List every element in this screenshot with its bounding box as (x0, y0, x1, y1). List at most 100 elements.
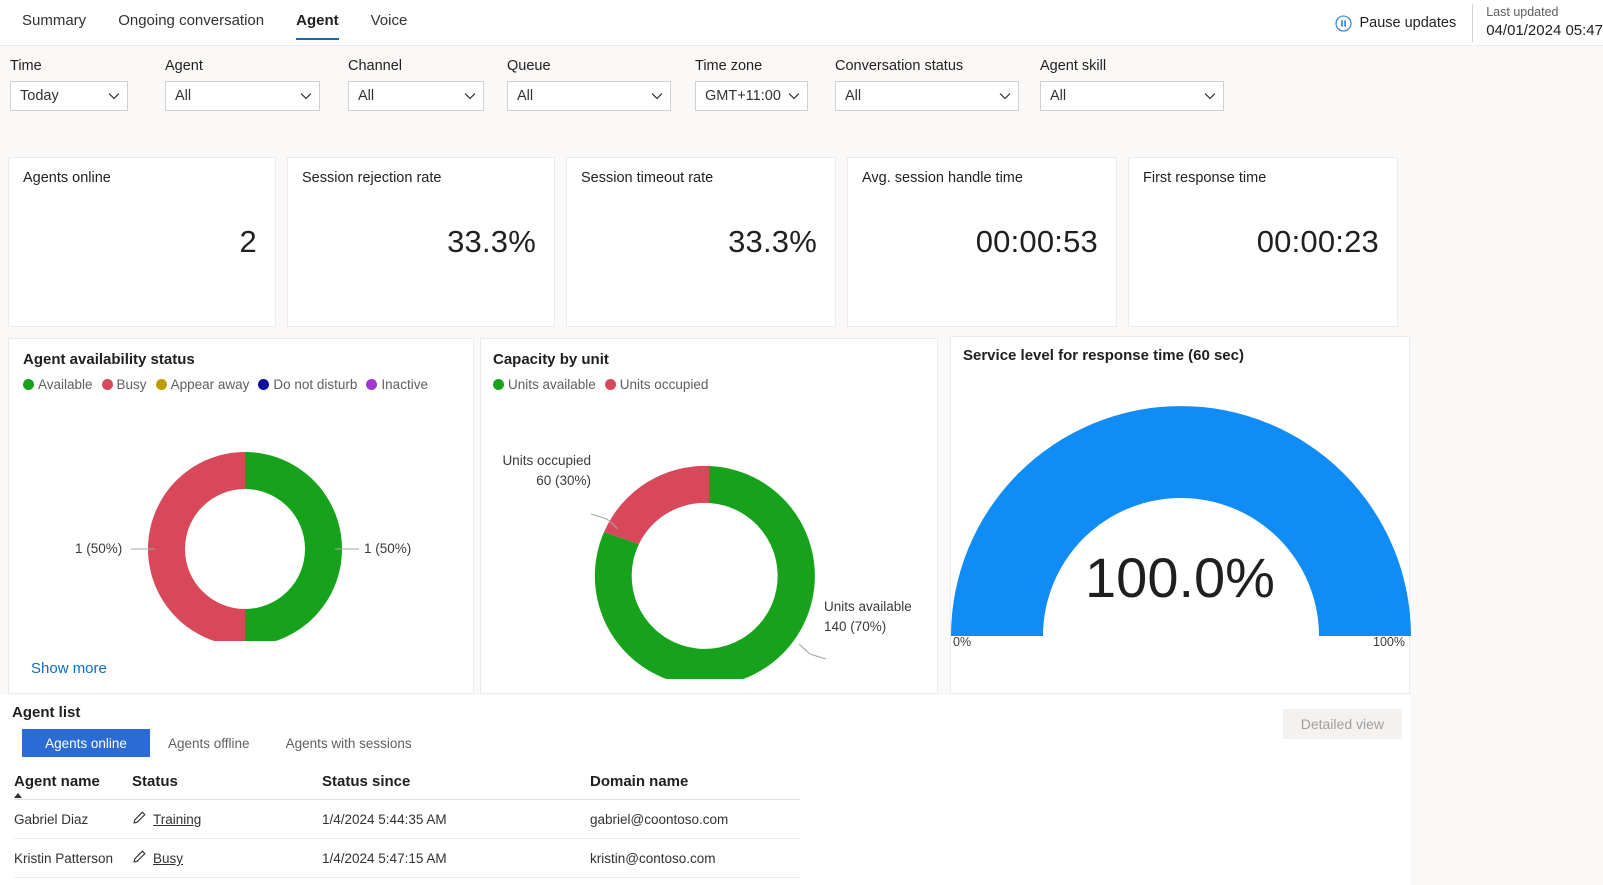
filter-conversation-status-label: Conversation status (835, 58, 964, 74)
column-header-status-since[interactable]: Status since (322, 773, 590, 800)
filter-agent-skill: Agent skill All (1040, 58, 1230, 111)
legend-dot-appear-away (155, 379, 167, 390)
filter-queue-value: All (517, 88, 534, 104)
column-header-agent-name-label: Agent name (14, 773, 100, 790)
capacity-by-unit-card: Capacity by unit Units available Units o… (480, 338, 938, 694)
agent-list-table: Agent name Status Status since Domain na… (14, 773, 800, 878)
legend-dot-inactive (366, 379, 378, 390)
filter-queue-select[interactable]: All (507, 81, 671, 111)
kpi-avg-session-handle-time-value: 00:00:53 (975, 224, 1098, 259)
filter-agent-select[interactable]: All (165, 81, 320, 111)
kpi-session-timeout-rate-value: 33.3% (728, 224, 817, 259)
column-header-status-label: Status (132, 773, 178, 790)
show-more-link[interactable]: Show more (31, 660, 107, 677)
filter-agent-value: All (175, 88, 192, 104)
donut-label-units-occupied-value: 60 (30%) (536, 473, 591, 489)
agent-availability-title: Agent availability status (23, 351, 195, 368)
kpi-session-timeout-rate: Session timeout rate 33.3% (566, 157, 836, 327)
filter-bar: Time Today Agent All Channel All Queue A… (10, 58, 1230, 111)
donut-slice-units-occupied (604, 465, 709, 544)
legend-dot-do-not-disturb (258, 379, 270, 390)
capacity-by-unit-title: Capacity by unit (493, 351, 609, 368)
column-header-agent-name[interactable]: Agent name (14, 773, 132, 800)
tab-agent-label: Agent (296, 12, 339, 29)
status-link[interactable]: Training (153, 812, 201, 827)
filter-conversation-status-value: All (845, 88, 862, 104)
column-header-domain-name[interactable]: Domain name (590, 773, 800, 800)
kpi-avg-session-handle-time-title: Avg. session handle time (862, 170, 1023, 186)
kpi-row: Agents online 2 Session rejection rate 3… (8, 157, 1398, 327)
tab-voice[interactable]: Voice (355, 0, 424, 46)
tab-summary[interactable]: Summary (6, 0, 102, 46)
filter-agent-skill-value: All (1050, 88, 1067, 104)
agent-availability-card: Agent availability status Available Busy… (8, 338, 474, 694)
filter-time-zone-value: GMT+11:00 (705, 88, 781, 104)
tab-ongoing-conversation-label: Ongoing conversation (118, 12, 265, 29)
last-updated: Last updated 04/01/2024 05:47 (1473, 4, 1603, 41)
filter-conversation-status-select[interactable]: All (835, 81, 1019, 111)
donut-label-units-available-name: Units available (824, 599, 912, 614)
agent-list-panel: Agent list Agents online Agents offline … (0, 695, 1410, 885)
pivot-agents-offline-label: Agents offline (168, 735, 250, 751)
header-actions: Pause updates Last updated 04/01/2024 05… (1335, 0, 1603, 46)
filter-agent-skill-select[interactable]: All (1040, 81, 1224, 111)
tab-ongoing-conversation[interactable]: Ongoing conversation (102, 0, 280, 46)
tab-agent[interactable]: Agent (280, 0, 355, 46)
pencil-edit-icon[interactable] (132, 850, 146, 867)
chevron-down-icon (788, 88, 800, 104)
kpi-session-rejection-rate: Session rejection rate 33.3% (287, 157, 555, 327)
table-row[interactable]: Kristin Patterson Busy 1/4/2024 5:47:15 … (14, 838, 800, 878)
filter-channel-select[interactable]: All (348, 81, 484, 111)
table-header-row: Agent name Status Status since Domain na… (14, 773, 800, 800)
last-updated-label: Last updated (1486, 5, 1559, 20)
pivot-agents-with-sessions[interactable]: Agents with sessions (268, 729, 430, 757)
legend-label-appear-away: Appear away (170, 377, 250, 392)
legend-dot-available (23, 379, 34, 390)
table-row[interactable]: Gabriel Diaz Training 1/4/2024 5:44:35 A… (14, 799, 800, 839)
kpi-session-rejection-rate-value: 33.3% (447, 224, 536, 259)
donut-label-busy-value: 1 (50%) (75, 541, 123, 556)
filter-queue: Queue All (507, 58, 695, 111)
cell-domain-name: gabriel@coontoso.com (590, 799, 800, 839)
pivot-agents-online[interactable]: Agents online (22, 729, 150, 757)
kpi-agents-online-value: 2 (239, 224, 257, 259)
donut-label-units-occupied: Units occupied 60 (30%) (496, 451, 591, 492)
filter-time-zone-label: Time zone (695, 58, 763, 74)
agent-availability-donut-chart (131, 452, 359, 641)
chevron-down-icon (999, 88, 1011, 104)
pause-updates-button[interactable]: Pause updates (1335, 14, 1472, 32)
status-link[interactable]: Busy (153, 851, 183, 866)
cell-status: Busy (132, 838, 322, 878)
legend-label-do-not-disturb: Do not disturb (273, 377, 358, 392)
pivot-agents-with-sessions-label: Agents with sessions (285, 735, 412, 751)
donut-label-units-occupied-name: Units occupied (502, 453, 591, 468)
legend-item-appear-away: Appear away (155, 377, 250, 392)
cell-status: Training (132, 799, 322, 839)
legend-label-inactive: Inactive (381, 377, 428, 392)
tab-voice-label: Voice (370, 12, 408, 29)
detailed-view-button[interactable]: Detailed view (1282, 709, 1402, 739)
filter-time-select[interactable]: Today (10, 81, 128, 111)
filter-channel-value: All (358, 88, 375, 104)
filter-channel: Channel All (348, 58, 507, 111)
filter-agent-skill-label: Agent skill (1040, 58, 1107, 74)
legend-item-busy: Busy (101, 377, 147, 392)
filter-agent: Agent All (165, 58, 348, 111)
legend-item-do-not-disturb: Do not disturb (258, 377, 357, 392)
agent-list-pivots: Agents online Agents offline Agents with… (22, 729, 430, 757)
kpi-agents-online-title: Agents online (23, 170, 111, 186)
kpi-first-response-time: First response time 00:00:23 (1128, 157, 1398, 327)
cell-agent-name: Gabriel Diaz (14, 799, 132, 839)
status-editor: Busy (132, 850, 322, 867)
kpi-avg-session-handle-time: Avg. session handle time 00:00:53 (847, 157, 1117, 327)
tab-summary-label: Summary (22, 12, 87, 29)
legend-dot-busy (101, 379, 113, 390)
pause-circle-icon (1335, 14, 1353, 32)
filter-time: Time Today (10, 58, 165, 111)
pivot-agents-offline[interactable]: Agents offline (150, 729, 268, 757)
top-tab-bar: Summary Ongoing conversation Agent Voice… (0, 0, 1603, 46)
filter-time-zone-select[interactable]: GMT+11:00 (695, 81, 808, 111)
column-header-status[interactable]: Status (132, 773, 322, 800)
pencil-edit-icon[interactable] (132, 811, 146, 828)
service-level-card: Service level for response time (60 sec)… (950, 336, 1411, 694)
